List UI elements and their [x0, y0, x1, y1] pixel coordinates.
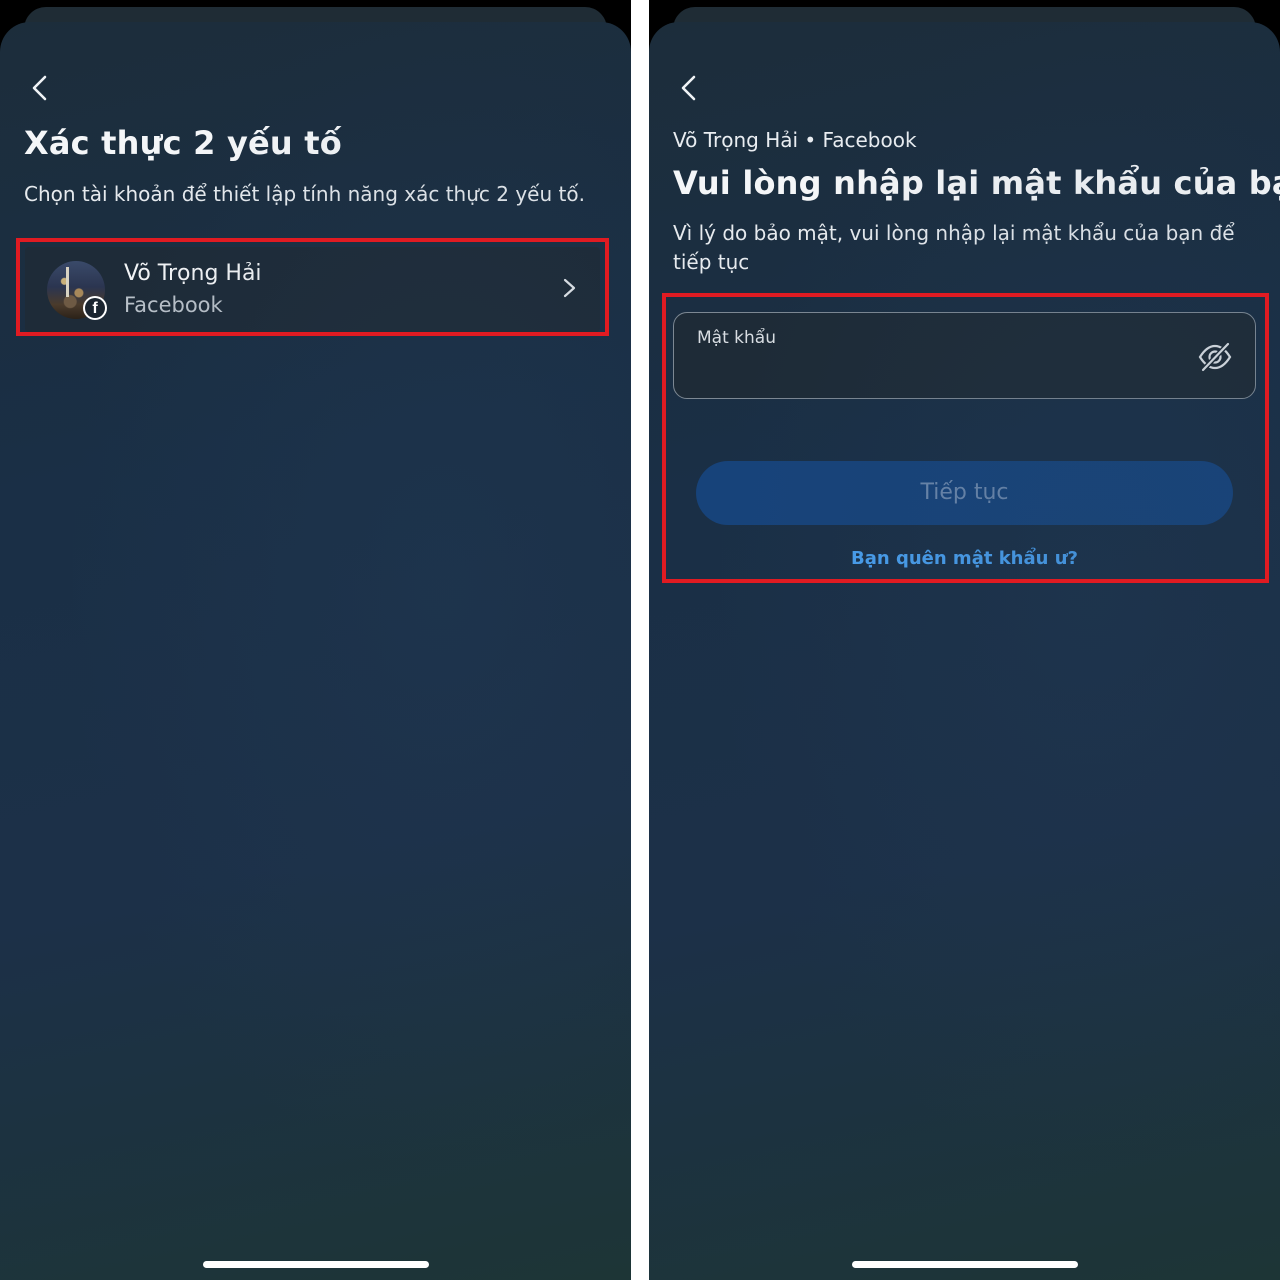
password-field[interactable]: Mật khẩu: [673, 312, 1256, 399]
account-name: Võ Trọng Hải: [124, 261, 262, 286]
back-button[interactable]: [22, 70, 58, 106]
page-subtitle: Chọn tài khoản để thiết lập tính năng xá…: [24, 182, 585, 206]
account-platform: Facebook: [124, 293, 223, 317]
continue-button[interactable]: Tiếp tục: [696, 461, 1233, 525]
modal-sheet: Võ Trọng Hải • Facebook Vui lòng nhập lạ…: [649, 22, 1280, 1280]
chevron-right-icon: [563, 278, 576, 298]
left-screen: Xác thực 2 yếu tố Chọn tài khoản để thiế…: [0, 0, 631, 1280]
page-title: Xác thực 2 yếu tố: [24, 124, 342, 162]
back-button[interactable]: [671, 70, 707, 106]
home-indicator: [852, 1261, 1078, 1268]
back-chevron-icon: [32, 75, 47, 101]
account-breadcrumb: Võ Trọng Hải • Facebook: [673, 128, 917, 152]
page-title: Vui lòng nhập lại mật khẩu của bạn: [673, 164, 1280, 202]
password-label: Mật khẩu: [697, 328, 776, 348]
modal-sheet: Xác thực 2 yếu tố Chọn tài khoản để thiế…: [0, 22, 631, 1280]
eye-slash-icon[interactable]: [1197, 339, 1233, 375]
home-indicator: [203, 1261, 429, 1268]
page-subtitle: Vì lý do bảo mật, vui lòng nhập lại mật …: [673, 221, 1235, 274]
forgot-password-link[interactable]: Bạn quên mật khẩu ư?: [649, 548, 1280, 569]
account-row[interactable]: f Võ Trọng Hải Facebook: [25, 247, 600, 332]
back-chevron-icon: [681, 75, 696, 101]
facebook-icon: f: [83, 296, 107, 320]
right-screen: Võ Trọng Hải • Facebook Vui lòng nhập lạ…: [649, 0, 1280, 1280]
